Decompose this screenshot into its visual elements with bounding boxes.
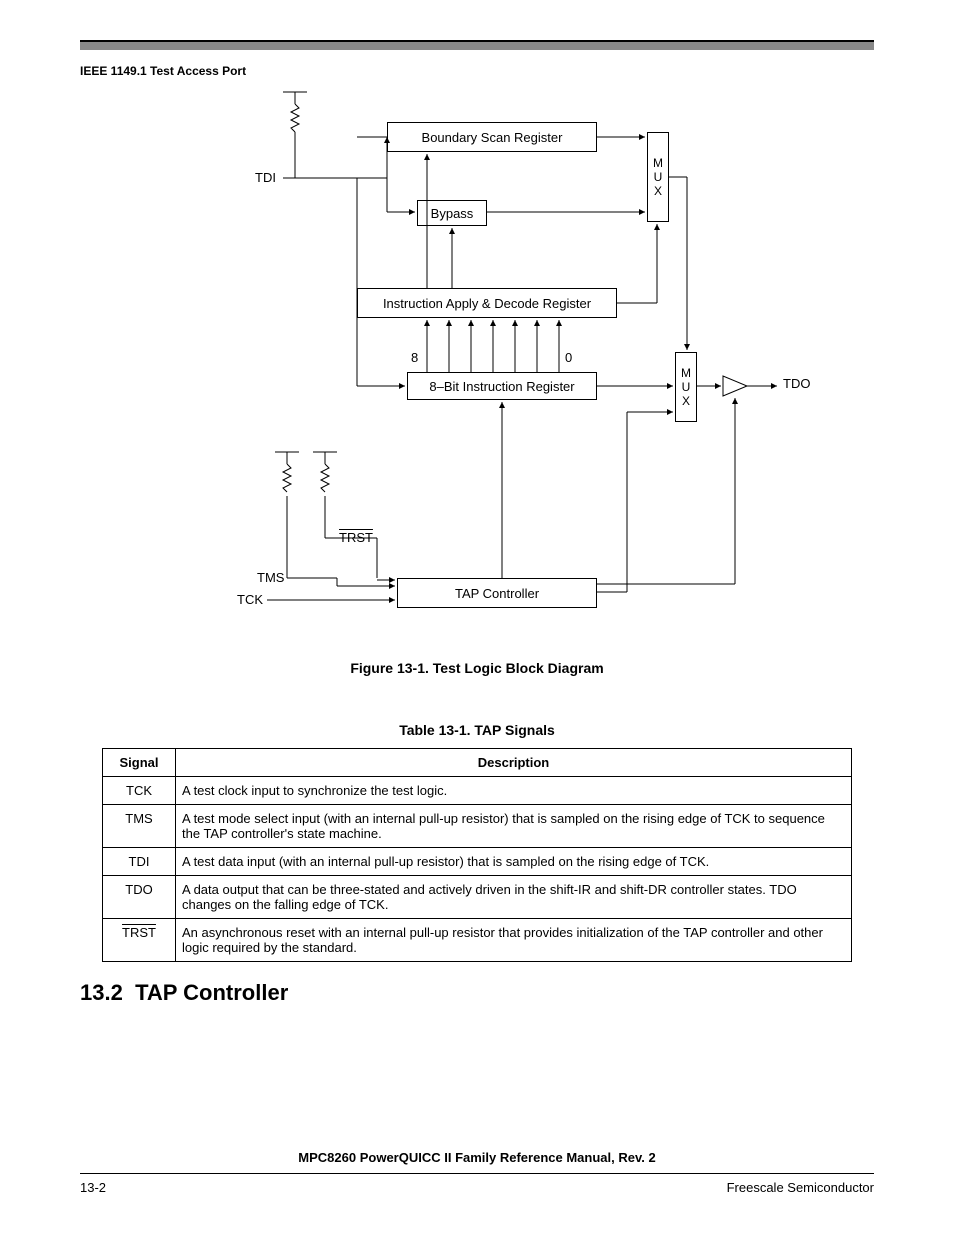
cell-signal: TDI: [103, 848, 176, 876]
footer-page-number: 13-2: [80, 1180, 106, 1195]
cell-signal: TCK: [103, 777, 176, 805]
th-signal: Signal: [103, 749, 176, 777]
cell-desc: A test data input (with an internal pull…: [176, 848, 852, 876]
table-tap-signals: Signal Description TCK A test clock inpu…: [102, 748, 852, 962]
figure-caption: Figure 13-1. Test Logic Block Diagram: [80, 660, 874, 676]
table-caption: Table 13-1. TAP Signals: [80, 722, 874, 738]
footer-company: Freescale Semiconductor: [727, 1180, 874, 1195]
table-row: TDI A test data input (with an internal …: [103, 848, 852, 876]
cell-signal: TMS: [103, 805, 176, 848]
section-title: TAP Controller: [135, 980, 288, 1005]
table-row: TRST An asynchronous reset with an inter…: [103, 919, 852, 962]
running-header: IEEE 1149.1 Test Access Port: [80, 64, 874, 78]
section-heading: 13.2 TAP Controller: [80, 980, 874, 1006]
cell-desc: An asynchronous reset with an internal p…: [176, 919, 852, 962]
th-desc: Description: [176, 749, 852, 777]
table-row: TMS A test mode select input (with an in…: [103, 805, 852, 848]
cell-signal: TRST: [103, 919, 176, 962]
figure-test-logic-block-diagram: Boundary Scan Register MUX Bypass Instru…: [127, 92, 827, 652]
footer-manual-title: MPC8260 PowerQUICC II Family Reference M…: [80, 1150, 874, 1174]
page-footer: MPC8260 PowerQUICC II Family Reference M…: [80, 1150, 874, 1195]
cell-desc: A data output that can be three-stated a…: [176, 876, 852, 919]
table-row: TDO A data output that can be three-stat…: [103, 876, 852, 919]
cell-desc: A test mode select input (with an intern…: [176, 805, 852, 848]
cell-signal: TDO: [103, 876, 176, 919]
table-row: TCK A test clock input to synchronize th…: [103, 777, 852, 805]
header-rule: [80, 40, 874, 50]
diagram-connectors-icon: [127, 92, 827, 652]
cell-desc: A test clock input to synchronize the te…: [176, 777, 852, 805]
section-number: 13.2: [80, 980, 123, 1005]
page: IEEE 1149.1 Test Access Port Boundary Sc…: [0, 0, 954, 1235]
